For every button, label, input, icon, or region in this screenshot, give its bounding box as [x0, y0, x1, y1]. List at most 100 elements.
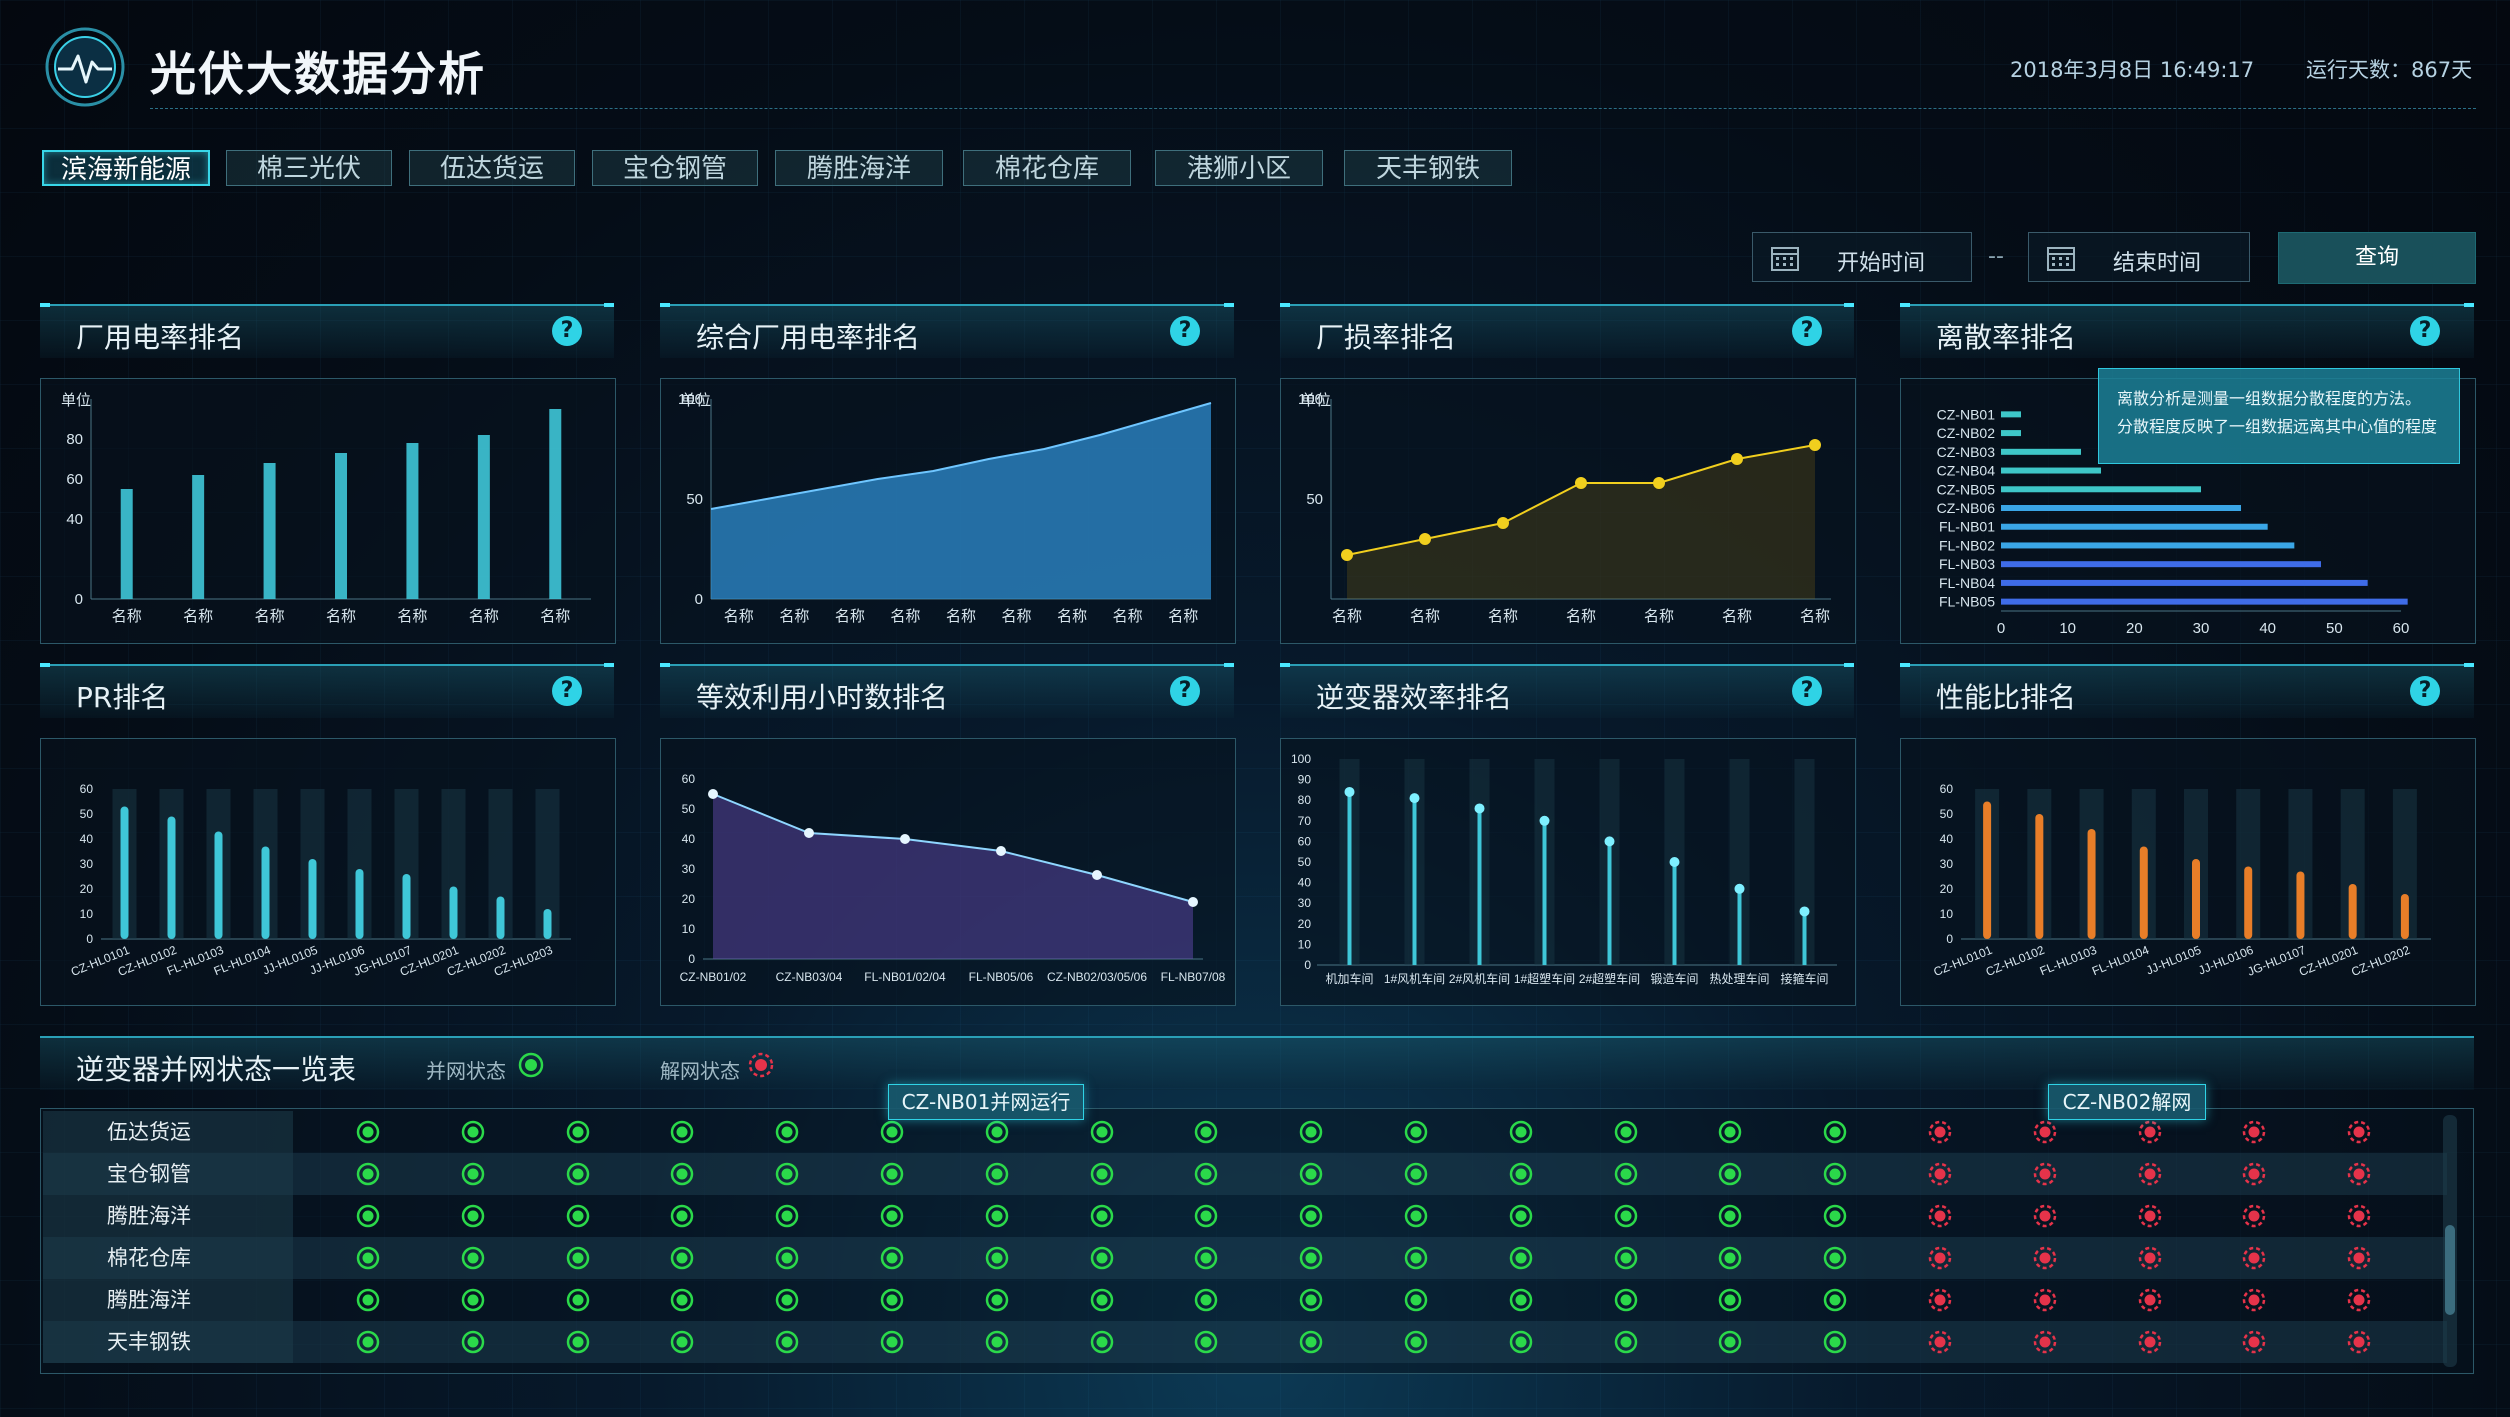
help-icon[interactable]: ?	[552, 676, 582, 706]
grid-on-icon[interactable]	[670, 1330, 694, 1354]
grid-on-icon[interactable]	[1823, 1204, 1847, 1228]
grid-on-icon[interactable]	[1299, 1246, 1323, 1270]
grid-on-icon[interactable]	[1614, 1288, 1638, 1312]
grid-on-icon[interactable]	[1299, 1162, 1323, 1186]
grid-on-icon[interactable]	[880, 1120, 904, 1144]
grid-on-icon[interactable]	[461, 1204, 485, 1228]
grid-on-icon[interactable]	[356, 1288, 380, 1312]
grid-on-icon[interactable]	[1194, 1288, 1218, 1312]
grid-on-icon[interactable]	[775, 1330, 799, 1354]
grid-on-icon[interactable]	[1823, 1120, 1847, 1144]
help-icon[interactable]: ?	[552, 316, 582, 346]
help-icon[interactable]: ?	[1792, 316, 1822, 346]
grid-on-icon[interactable]	[670, 1288, 694, 1312]
grid-off-icon[interactable]	[1928, 1120, 1952, 1144]
grid-on-icon[interactable]	[985, 1288, 1009, 1312]
grid-on-icon[interactable]	[1090, 1330, 1114, 1354]
grid-off-icon[interactable]	[2242, 1162, 2266, 1186]
grid-on-icon[interactable]	[1404, 1120, 1428, 1144]
grid-on-icon[interactable]	[566, 1330, 590, 1354]
help-icon[interactable]: ?	[2410, 316, 2440, 346]
grid-on-icon[interactable]	[1823, 1162, 1847, 1186]
grid-off-icon[interactable]	[2033, 1330, 2057, 1354]
grid-on-icon[interactable]	[1299, 1288, 1323, 1312]
grid-off-icon[interactable]	[2138, 1120, 2162, 1144]
grid-on-icon[interactable]	[1509, 1246, 1533, 1270]
grid-on-icon[interactable]	[356, 1204, 380, 1228]
grid-off-icon[interactable]	[1928, 1330, 1952, 1354]
grid-on-icon[interactable]	[1718, 1120, 1742, 1144]
grid-on-icon[interactable]	[1823, 1330, 1847, 1354]
grid-on-icon[interactable]	[1718, 1204, 1742, 1228]
grid-on-icon[interactable]	[775, 1204, 799, 1228]
help-icon[interactable]: ?	[1792, 676, 1822, 706]
tab-binhai[interactable]: 滨海新能源	[42, 150, 210, 186]
grid-on-icon[interactable]	[1299, 1120, 1323, 1144]
grid-off-icon[interactable]	[2138, 1288, 2162, 1312]
grid-off-icon[interactable]	[2138, 1246, 2162, 1270]
grid-on-icon[interactable]	[1090, 1120, 1114, 1144]
grid-off-icon[interactable]	[2347, 1162, 2371, 1186]
grid-on-icon[interactable]	[566, 1162, 590, 1186]
tab-miansan[interactable]: 棉三光伏	[226, 150, 392, 186]
grid-off-icon[interactable]	[2138, 1204, 2162, 1228]
grid-off-icon[interactable]	[2347, 1120, 2371, 1144]
grid-on-icon[interactable]	[1509, 1330, 1533, 1354]
scroll-thumb[interactable]	[2445, 1225, 2455, 1315]
grid-on-icon[interactable]	[1404, 1162, 1428, 1186]
grid-on-icon[interactable]	[356, 1330, 380, 1354]
grid-on-icon[interactable]	[880, 1246, 904, 1270]
grid-on-icon[interactable]	[1614, 1246, 1638, 1270]
start-date-picker[interactable]: 开始时间	[1752, 232, 1972, 282]
grid-on-icon[interactable]	[985, 1204, 1009, 1228]
help-icon[interactable]: ?	[1170, 676, 1200, 706]
grid-on-icon[interactable]	[880, 1204, 904, 1228]
grid-on-icon[interactable]	[1404, 1204, 1428, 1228]
grid-on-icon[interactable]	[1194, 1120, 1218, 1144]
grid-off-icon[interactable]	[2242, 1246, 2266, 1270]
grid-on-icon[interactable]	[1718, 1288, 1742, 1312]
grid-off-icon[interactable]	[2347, 1246, 2371, 1270]
grid-on-icon[interactable]	[461, 1120, 485, 1144]
grid-off-icon[interactable]	[1928, 1204, 1952, 1228]
grid-on-icon[interactable]	[1823, 1246, 1847, 1270]
grid-off-icon[interactable]	[2033, 1162, 2057, 1186]
grid-on-icon[interactable]	[1090, 1246, 1114, 1270]
grid-on-icon[interactable]	[356, 1120, 380, 1144]
grid-off-icon[interactable]	[2138, 1330, 2162, 1354]
grid-on-icon[interactable]	[1194, 1246, 1218, 1270]
grid-on-icon[interactable]	[1614, 1330, 1638, 1354]
table-scrollbar[interactable]	[2443, 1115, 2457, 1367]
grid-on-icon[interactable]	[1509, 1204, 1533, 1228]
grid-on-icon[interactable]	[1718, 1246, 1742, 1270]
grid-off-icon[interactable]	[2347, 1204, 2371, 1228]
grid-on-icon[interactable]	[356, 1246, 380, 1270]
grid-on-icon[interactable]	[670, 1204, 694, 1228]
grid-on-icon[interactable]	[461, 1288, 485, 1312]
grid-on-icon[interactable]	[566, 1120, 590, 1144]
grid-on-icon[interactable]	[775, 1246, 799, 1270]
grid-on-icon[interactable]	[775, 1162, 799, 1186]
end-date-picker[interactable]: 结束时间	[2028, 232, 2250, 282]
grid-on-icon[interactable]	[1718, 1162, 1742, 1186]
grid-on-icon[interactable]	[670, 1162, 694, 1186]
grid-on-icon[interactable]	[566, 1204, 590, 1228]
grid-on-icon[interactable]	[985, 1246, 1009, 1270]
grid-on-icon[interactable]	[670, 1246, 694, 1270]
tab-tengsheng[interactable]: 腾胜海洋	[775, 150, 943, 186]
grid-off-icon[interactable]	[2033, 1246, 2057, 1270]
grid-off-icon[interactable]	[2033, 1120, 2057, 1144]
query-button[interactable]: 查询	[2278, 232, 2476, 284]
grid-off-icon[interactable]	[2242, 1120, 2266, 1144]
grid-on-icon[interactable]	[1299, 1204, 1323, 1228]
grid-on-icon[interactable]	[1194, 1330, 1218, 1354]
grid-on-icon[interactable]	[461, 1330, 485, 1354]
grid-on-icon[interactable]	[1404, 1246, 1428, 1270]
grid-off-icon[interactable]	[2033, 1288, 2057, 1312]
grid-on-icon[interactable]	[1194, 1162, 1218, 1186]
tab-tianfeng[interactable]: 天丰钢铁	[1344, 150, 1512, 186]
grid-on-icon[interactable]	[1090, 1288, 1114, 1312]
grid-on-icon[interactable]	[566, 1246, 590, 1270]
grid-off-icon[interactable]	[2347, 1288, 2371, 1312]
grid-on-icon[interactable]	[1718, 1330, 1742, 1354]
